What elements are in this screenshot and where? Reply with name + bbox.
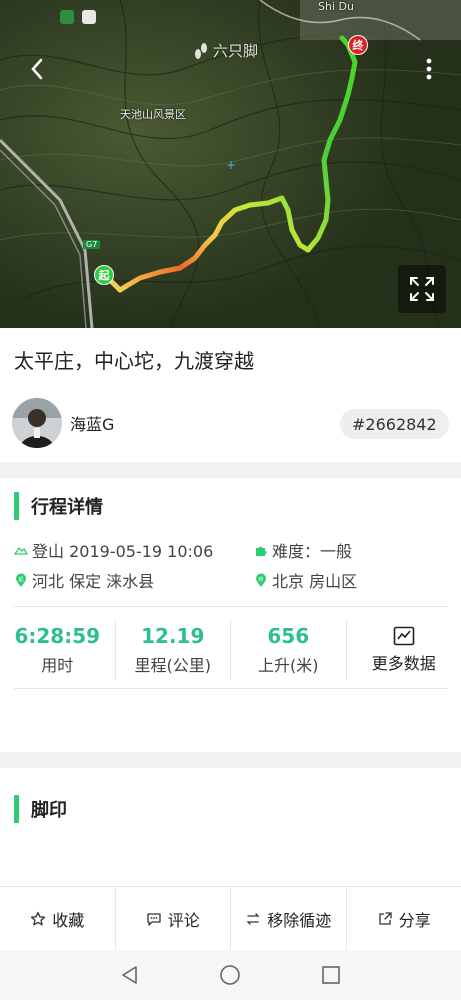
stats-row: 6:28:59 用时 12.19 里程(公里) 656 上升(米) 更多数据 <box>0 620 461 680</box>
nav-recents-button[interactable] <box>316 960 346 990</box>
stat-label: 上升(米) <box>258 656 319 675</box>
section-spacer <box>0 752 461 768</box>
footprint-heading: 脚印 <box>31 800 67 821</box>
system-nav-bar <box>0 950 461 1000</box>
avatar[interactable] <box>12 398 62 448</box>
stat-value: 656 <box>267 624 310 648</box>
stat-distance: 12.19 里程(公里) <box>116 620 231 680</box>
nav-back-button[interactable] <box>115 960 145 990</box>
chart-icon <box>393 626 415 646</box>
bottom-action-bar: 收藏 评论 移除循迹 分享 <box>0 886 461 950</box>
star-icon <box>31 911 46 925</box>
details-header: 行程详情 <box>14 492 103 520</box>
town-label: Shi Du <box>318 0 354 13</box>
difficulty-info: 难度：一般 <box>254 538 352 562</box>
favorite-button[interactable]: 收藏 <box>0 887 116 950</box>
more-data-label: 更多数据 <box>371 654 436 673</box>
start-marker-glyph: 起 <box>18 577 23 583</box>
puzzle-icon <box>254 544 268 557</box>
comment-label: 评论 <box>167 910 200 930</box>
route-map[interactable]: Shi Du 天池山风景区 六只脚 G7 + 起 终 <box>0 0 461 328</box>
section-accent-bar <box>14 795 19 823</box>
end-location-icon: 终 <box>254 573 268 588</box>
difficulty-text: 难度：一般 <box>272 542 353 561</box>
brand-watermark: 六只脚 <box>193 40 258 61</box>
details-heading: 行程详情 <box>31 497 103 518</box>
trail-title: 太平庄，中心坨，九渡穿越 <box>14 349 254 373</box>
status-icons <box>60 10 96 24</box>
activity-text: 登山 2019-05-19 10:06 <box>32 542 214 561</box>
stat-value: 12.19 <box>141 624 205 648</box>
author-name[interactable]: 海蓝G <box>70 411 114 435</box>
comment-icon <box>147 912 161 926</box>
map-center-icon: + <box>226 158 237 172</box>
section-accent-bar <box>14 492 19 520</box>
footprint-logo-icon <box>195 42 207 59</box>
author-row[interactable]: 海蓝G <box>12 398 114 448</box>
end-location-info: 终 北京 房山区 <box>254 568 357 592</box>
chevron-left-icon <box>31 58 43 80</box>
mountain-icon <box>14 545 28 555</box>
end-location-text: 北京 房山区 <box>272 572 358 591</box>
footprint-header: 脚印 <box>14 795 67 823</box>
end-pin[interactable]: 终 <box>348 35 368 55</box>
share-label: 分享 <box>398 910 431 930</box>
highway-tag: G7 <box>83 240 101 249</box>
share-button[interactable]: 分享 <box>347 887 461 950</box>
stat-value: 6:28:59 <box>14 624 101 648</box>
more-vertical-icon <box>426 58 432 80</box>
more-options-button[interactable] <box>414 54 444 84</box>
end-marker-glyph: 终 <box>258 576 263 583</box>
start-location-icon: 起 <box>14 573 28 588</box>
triangle-back-icon <box>122 966 137 984</box>
stat-label: 用时 <box>41 656 74 675</box>
nav-home-button[interactable] <box>215 960 245 990</box>
fullscreen-icon <box>410 277 434 301</box>
remove-tracking-label: 移除循迹 <box>267 910 332 930</box>
start-location-info: 起 河北 保定 涞水县 <box>14 568 154 592</box>
stat-ascent: 656 上升(米) <box>231 620 347 680</box>
start-pin[interactable]: 起 <box>94 265 114 285</box>
stat-duration: 6:28:59 用时 <box>0 620 116 680</box>
square-recents-icon <box>322 966 340 984</box>
comment-button[interactable]: 评论 <box>116 887 231 950</box>
back-button[interactable] <box>22 54 52 84</box>
route-icon <box>246 912 260 925</box>
divider <box>14 606 447 607</box>
favorite-label: 收藏 <box>52 910 85 930</box>
trail-id-badge: #2662842 <box>340 409 449 439</box>
divider <box>14 688 447 689</box>
share-icon <box>379 911 392 925</box>
avatar-image <box>12 398 62 448</box>
more-data-button[interactable]: 更多数据 <box>347 620 461 680</box>
brand-name: 六只脚 <box>213 42 259 60</box>
circle-home-icon <box>220 965 241 985</box>
fullscreen-button[interactable] <box>398 265 446 313</box>
start-location-text: 河北 保定 涞水县 <box>32 572 155 591</box>
stat-label: 里程(公里) <box>134 656 212 675</box>
scenic-area-label: 天池山风景区 <box>120 108 186 121</box>
section-spacer <box>0 462 461 478</box>
remove-tracking-button[interactable]: 移除循迹 <box>231 887 347 950</box>
activity-info: 登山 2019-05-19 10:06 <box>14 538 213 562</box>
